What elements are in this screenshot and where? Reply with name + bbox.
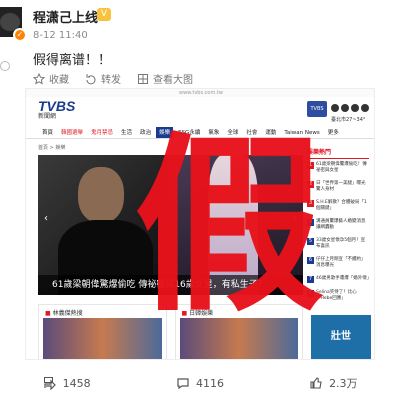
fake-watermark: 假 [134,116,325,337]
comment-count: 4116 [195,376,224,390]
post-image[interactable]: www.tvbs.com.tw TVBS 新聞網 TVBS 臺北市27~34° … [25,88,375,360]
forward-label: 转发 [101,75,121,86]
nav-item: 更多 [327,130,339,136]
instagram-icon [361,104,369,112]
like-count: 2.3万 [329,377,358,390]
nav-item: 鬼月禁忌 [91,130,114,136]
comment-button[interactable]: 4116 [133,370,266,396]
nav-item: 首頁 [42,130,54,136]
post-actions: 1458 4116 2.3万 [0,370,400,396]
like-button[interactable]: 2.3万 [267,370,400,396]
breadcrumb: 首頁 > 娛樂 [38,145,66,151]
tvbs-logo: TVBS 新聞網 [38,98,76,120]
weather-info: 臺北市27~34° [331,117,366,123]
share-button[interactable]: 1458 [0,370,133,396]
comment-icon [177,378,189,390]
vip-badge-icon: V [97,8,111,21]
view-large-label: 查看大图 [153,75,193,86]
username[interactable]: 程潇己上线 [33,7,98,26]
image-toolbar: 收藏 转发 查看大图 [33,71,193,86]
chevron-left-icon: ‹ [44,213,48,224]
line-icon [331,104,339,112]
post-timestamp[interactable]: 8-12 11:40 [33,30,88,41]
forward-button[interactable]: 转发 [85,71,121,86]
view-large-button[interactable]: 查看大图 [137,71,193,86]
share-icon [43,377,56,390]
nav-item: 生活 [121,130,133,136]
save-label: 收藏 [49,75,69,86]
save-button[interactable]: 收藏 [33,71,69,86]
star-icon [33,72,45,84]
weibo-post: ✓ 程潇己上线 V 8-12 11:40 假得离谱！！ 收藏 转发 查看大图 w… [0,0,400,400]
facebook-icon [341,104,349,112]
thumbs-up-icon [310,377,322,389]
decorative-glyph-icon [0,61,10,71]
url-bar: www.tvbs.com.tw [26,89,374,97]
social-icons [331,104,369,112]
grid-icon [138,73,148,84]
verified-icon: ✓ [13,28,27,42]
rotate-icon [86,73,96,84]
youtube-icon [351,104,359,112]
nav-item: 韓國選舉 [61,130,84,136]
app-badge: TVBS [307,101,327,117]
post-text: 假得离谱！！ [33,53,112,68]
share-count: 1458 [62,376,91,390]
